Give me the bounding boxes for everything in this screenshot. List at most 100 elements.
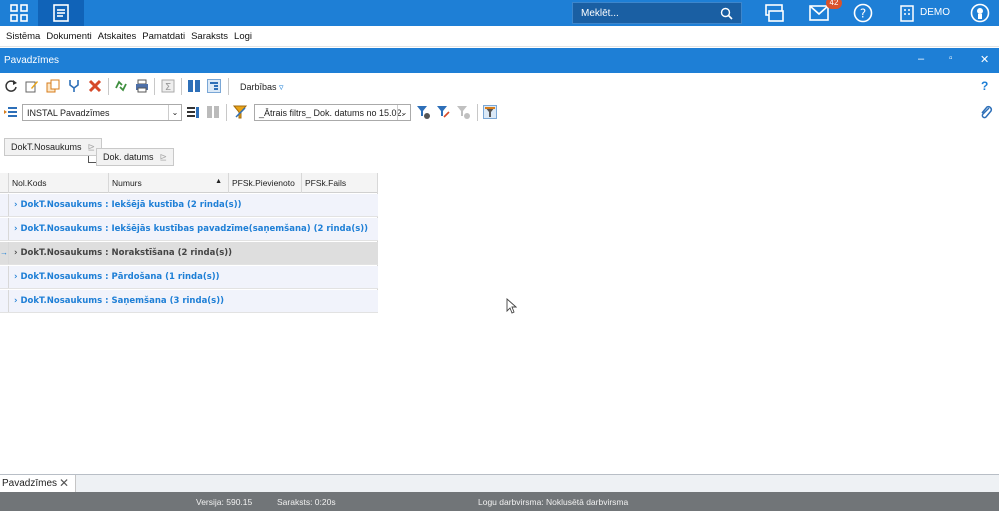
actions-menu[interactable]: Darbības ▿ [240,82,284,93]
quick-filter-value: _Ātrais filtrs_ Dok. datums no 15.02. [259,108,405,118]
grid-header: Nol.Kods Numurs ▲ PFSk.Pievienoto PFSk.Fa… [0,173,378,193]
refresh-icon[interactable] [4,79,18,93]
search-icon[interactable] [720,7,733,22]
current-row-arrow-icon: → [0,242,9,264]
merge-icon[interactable] [67,79,81,93]
chevron-down-icon[interactable]: ⌄ [168,105,181,120]
menu-logi[interactable]: Logi [234,31,252,42]
row-indicator [0,194,9,216]
window-title-bar: Pavadzīmes – ▫ ✕ [0,48,999,73]
sort-icon: ⊵ [87,142,96,152]
column-header-numurs[interactable]: Numurs ▲ [109,173,229,193]
column-header-nolkods[interactable]: Nol.Kods [9,173,109,193]
filter-panel-icon[interactable] [483,105,497,119]
group-row-label: › DokT.Nosaukums : Pārdošana (1 rinda(s)… [14,272,220,282]
chevron-down-icon[interactable]: ⌄ [397,105,410,120]
close-icon[interactable]: ✕ [980,53,989,66]
user-avatar-icon[interactable] [970,3,990,25]
layout-select[interactable]: INSTAL Pavadzīmes ⌄ [22,104,182,121]
attachment-icon[interactable] [979,105,993,119]
menu-saraksts[interactable]: Saraksts [191,31,228,42]
filter-clear-icon[interactable] [456,105,470,119]
search-input[interactable]: Meklēt... [572,2,742,24]
apps-grid-icon[interactable] [0,0,38,26]
group-field-docdate[interactable]: Dok. datums ⊵ [96,148,175,166]
windows-icon[interactable] [764,3,786,25]
layout-save-icon[interactable] [186,105,200,119]
separator [477,104,478,121]
help-icon[interactable]: ? [853,3,873,25]
layout-select-value: INSTAL Pavadzīmes [27,108,110,118]
group-row-text: DokT.Nosaukums : Iekšējā kustība (2 rind… [20,200,242,210]
window-tab-pavadzimes[interactable]: Pavadzīmes ✕ [0,475,76,493]
workspace-text: Logu darbvirsma: Noklusētā darbvirsma [478,497,629,507]
group-row-text: DokT.Nosaukums : Iekšējās kustības pavad… [20,224,369,234]
filter-toolbar: INSTAL Pavadzīmes ⌄ _Ātrais filtrs_ Dok.… [0,101,999,125]
help-question-icon[interactable]: ? [981,79,995,93]
quick-filter-select[interactable]: _Ātrais filtrs_ Dok. datums no 15.02. ⌄ [254,104,411,121]
status-bar: Versija: 590.15 Saraksts: 0:20s Logu dar… [0,492,999,511]
group-panel-icon[interactable] [207,79,221,93]
group-row[interactable]: › DokT.Nosaukums : Iekšējās kustības pav… [0,218,378,241]
company-label[interactable]: DEMO [920,7,950,18]
maximize-icon[interactable]: ▫ [949,53,953,64]
list-time-text: Saraksts: 0:20s [277,497,336,507]
menu-sistema[interactable]: Sistēma [6,31,40,42]
window-title: Pavadzīmes [4,55,60,66]
edit-icon[interactable] [25,79,39,93]
company-icon[interactable] [898,3,916,25]
filter-edit-icon[interactable] [436,105,450,119]
separator [108,78,109,95]
filter-add-icon[interactable] [416,105,430,119]
filter-icon[interactable] [232,105,248,119]
delete-icon[interactable] [88,79,102,93]
notification-badge: 42 [826,0,842,9]
group-connector [88,156,96,163]
close-tab-icon[interactable]: ✕ [59,476,69,490]
svg-text:?: ? [860,7,866,21]
row-indicator [0,218,9,240]
group-field-doctype[interactable]: DokT.Nosaukums ⊵ [4,138,103,156]
row-indicator-header [0,173,9,193]
window-tab-label: Pavadzīmes [2,478,58,489]
group-field-label: Dok. datums [103,152,154,162]
column-header-pfsk-fails[interactable]: PFSk.Fails [302,173,378,193]
group-row-label: › DokT.Nosaukums : Iekšējās kustības pav… [14,224,368,234]
layout-columns-icon[interactable] [206,105,220,119]
menu-dokumenti[interactable]: Dokumenti [46,31,91,42]
column-header-pfsk-pievienoto[interactable]: PFSk.Pievienoto [229,173,302,193]
menu-pamatdati[interactable]: Pamatdati [142,31,185,42]
separator [154,78,155,95]
group-field-label: DokT.Nosaukums [11,142,82,152]
copy-icon[interactable] [46,79,60,93]
recycle-icon[interactable] [114,79,128,93]
group-row[interactable]: › DokT.Nosaukums : Pārdošana (1 rinda(s)… [0,266,378,289]
layout-list-icon[interactable] [4,105,18,119]
mouse-cursor-icon [506,297,518,316]
main-toolbar: Σ Darbības ▿ ? [0,75,999,99]
svg-text:Σ: Σ [165,82,171,93]
documents-icon[interactable] [38,0,84,26]
data-grid: Nol.Kods Numurs ▲ PFSk.Pievienoto PFSk.Fa… [0,173,378,313]
group-row-label: › DokT.Nosaukums : Norakstīšana (2 rinda… [14,248,232,258]
sort-icon: ⊵ [159,152,168,162]
group-row[interactable]: › DokT.Nosaukums : Iekšējā kustība (2 ri… [0,194,378,217]
separator [181,78,182,95]
sort-asc-icon: ▲ [215,178,222,185]
menu-bar: Sistēma Dokumenti Atskaites Pamatdati Sa… [0,26,999,47]
menu-atskaites[interactable]: Atskaites [98,31,137,42]
group-row-text: DokT.Nosaukums : Saņemšana (3 rinda(s)) [20,296,225,306]
separator [228,78,229,95]
group-row-text: DokT.Nosaukums : Pārdošana (1 rinda(s)) [20,272,220,282]
separator [226,104,227,121]
columns-icon[interactable] [187,79,201,93]
group-row-selected[interactable]: → › DokT.Nosaukums : Norakstīšana (2 rin… [0,242,378,265]
group-row[interactable]: › DokT.Nosaukums : Saņemšana (3 rinda(s)… [0,290,378,313]
column-header-label: Numurs [112,178,142,188]
minimize-icon[interactable]: – [918,53,924,65]
row-indicator [0,290,9,312]
print-icon[interactable] [135,79,149,93]
sum-icon[interactable]: Σ [161,79,175,93]
group-row-text: DokT.Nosaukums : Norakstīšana (2 rinda(s… [20,248,233,258]
row-indicator [0,266,9,288]
